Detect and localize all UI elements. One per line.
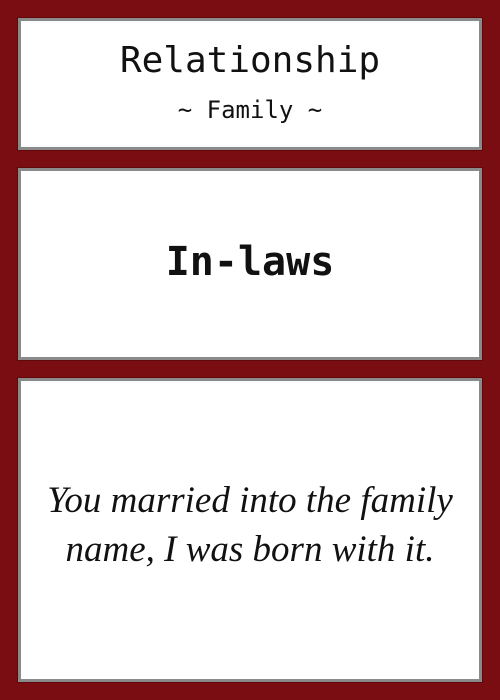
category-title: Relationship — [119, 40, 381, 81]
quote-panel: You married into the family name, I was … — [18, 378, 482, 682]
quote-text: You married into the family name, I was … — [47, 479, 453, 570]
header-panel: Relationship ~ Family ~ — [18, 18, 482, 150]
relationship-card: Relationship ~ Family ~ In-laws You marr… — [0, 0, 500, 700]
term-title: In-laws — [165, 239, 335, 285]
subcategory-label: ~ Family ~ — [177, 95, 323, 124]
term-panel: In-laws — [18, 168, 482, 360]
